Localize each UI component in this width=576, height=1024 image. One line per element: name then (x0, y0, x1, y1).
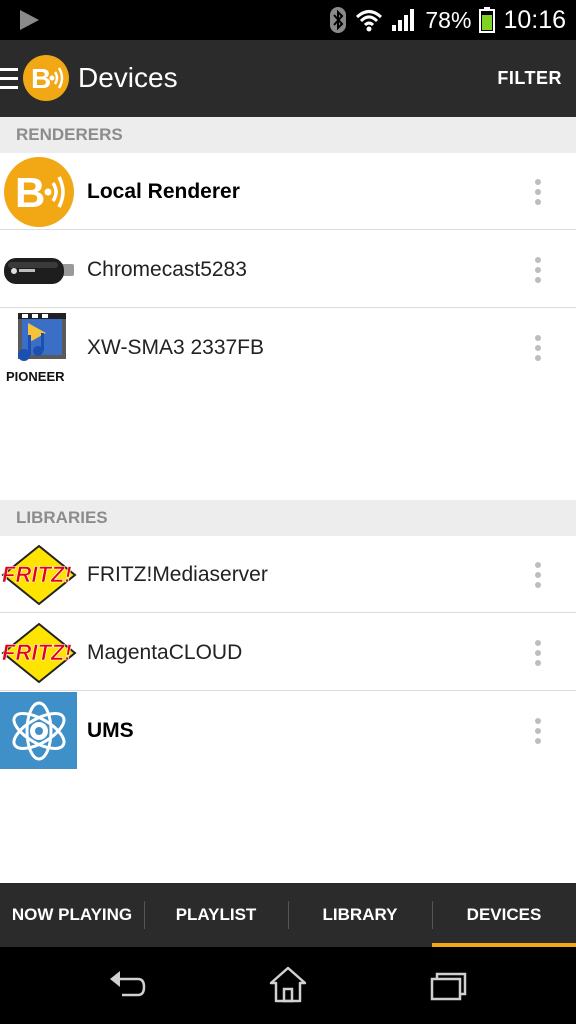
back-icon[interactable] (108, 965, 148, 1005)
svg-text:B: B (15, 169, 45, 216)
battery-percent: 78% (425, 6, 472, 33)
renderer-name: XW-SMA3 2337FB (87, 336, 265, 359)
library-name: MagentaCLOUD (87, 641, 243, 664)
action-bar: B Devices FILTER (0, 40, 576, 117)
library-name: UMS (87, 719, 134, 742)
wifi-icon (356, 10, 383, 32)
library-item-magentacloud[interactable]: FRITZ! MagentaCLOUD (0, 614, 576, 691)
system-nav-bar (0, 947, 576, 1024)
filter-button[interactable]: FILTER (497, 68, 562, 89)
library-item-fritz-mediaserver[interactable]: FRITZ! FRITZ!Mediaserver (0, 536, 576, 613)
tab-now-playing[interactable]: NOW PLAYING (0, 883, 144, 947)
pioneer-media-icon: PIONEER (6, 312, 66, 384)
clock: 10:16 (503, 5, 566, 34)
recents-icon[interactable] (428, 965, 468, 1005)
renderer-item-chromecast[interactable]: Chromecast5283 (0, 231, 576, 308)
bubbleupnp-logo-thumb: B (0, 153, 77, 230)
library-name: FRITZ!Mediaserver (87, 563, 268, 586)
divider (0, 229, 576, 230)
overflow-menu-icon[interactable] (526, 255, 550, 285)
renderers-header: RENDERERS (0, 117, 576, 153)
overflow-menu-icon[interactable] (526, 638, 550, 668)
fritz-logo: FRITZ! (0, 544, 77, 605)
renderer-name: Chromecast5283 (87, 258, 247, 281)
renderer-item-pioneer[interactable]: PIONEER XW-SMA3 2337FB (0, 309, 576, 386)
bluetooth-icon (330, 7, 347, 33)
ums-logo (12, 701, 65, 760)
overflow-menu-icon[interactable] (526, 560, 550, 590)
divider (0, 690, 576, 691)
libraries-header: LIBRARIES (0, 500, 576, 536)
fritz-logo: FRITZ! (0, 622, 77, 683)
bubbleupnp-logo[interactable]: B (22, 54, 70, 102)
chromecast-thumb (0, 231, 77, 308)
overflow-menu-icon[interactable] (526, 177, 550, 207)
overflow-menu-icon[interactable] (526, 333, 550, 363)
fritz-thumb: FRITZ! (0, 614, 77, 691)
pioneer-thumb: PIONEER (0, 309, 77, 386)
renderer-item-local[interactable]: B Local Renderer (0, 153, 576, 230)
page-title: Devices (78, 62, 178, 93)
chromecast-device-icon (3, 257, 74, 284)
fritz-thumb: FRITZ! (0, 536, 77, 613)
fritz-text: FRITZ! (2, 562, 72, 587)
pioneer-label: PIONEER (6, 369, 65, 384)
play-icon (20, 10, 39, 30)
tab-playlist[interactable]: PLAYLIST (144, 883, 288, 947)
menu-icon[interactable] (0, 68, 18, 90)
tab-devices[interactable]: DEVICES (432, 883, 576, 947)
overflow-menu-icon[interactable] (526, 716, 550, 746)
svg-text:B: B (31, 63, 51, 94)
bottom-tab-bar: NOW PLAYING PLAYLIST LIBRARY DEVICES (0, 883, 576, 947)
renderer-name: Local Renderer (87, 180, 240, 203)
fritz-text: FRITZ! (2, 640, 72, 665)
divider (0, 307, 576, 308)
signal-icon (392, 9, 415, 31)
ums-thumb (0, 692, 77, 769)
bubbleupnp-logo: B (3, 156, 74, 227)
status-bar: 78% 10:16 (0, 0, 576, 40)
divider (0, 612, 576, 613)
library-item-ums[interactable]: UMS (0, 692, 576, 769)
home-icon[interactable] (268, 965, 308, 1005)
battery-icon (479, 7, 496, 33)
tab-library[interactable]: LIBRARY (288, 883, 432, 947)
